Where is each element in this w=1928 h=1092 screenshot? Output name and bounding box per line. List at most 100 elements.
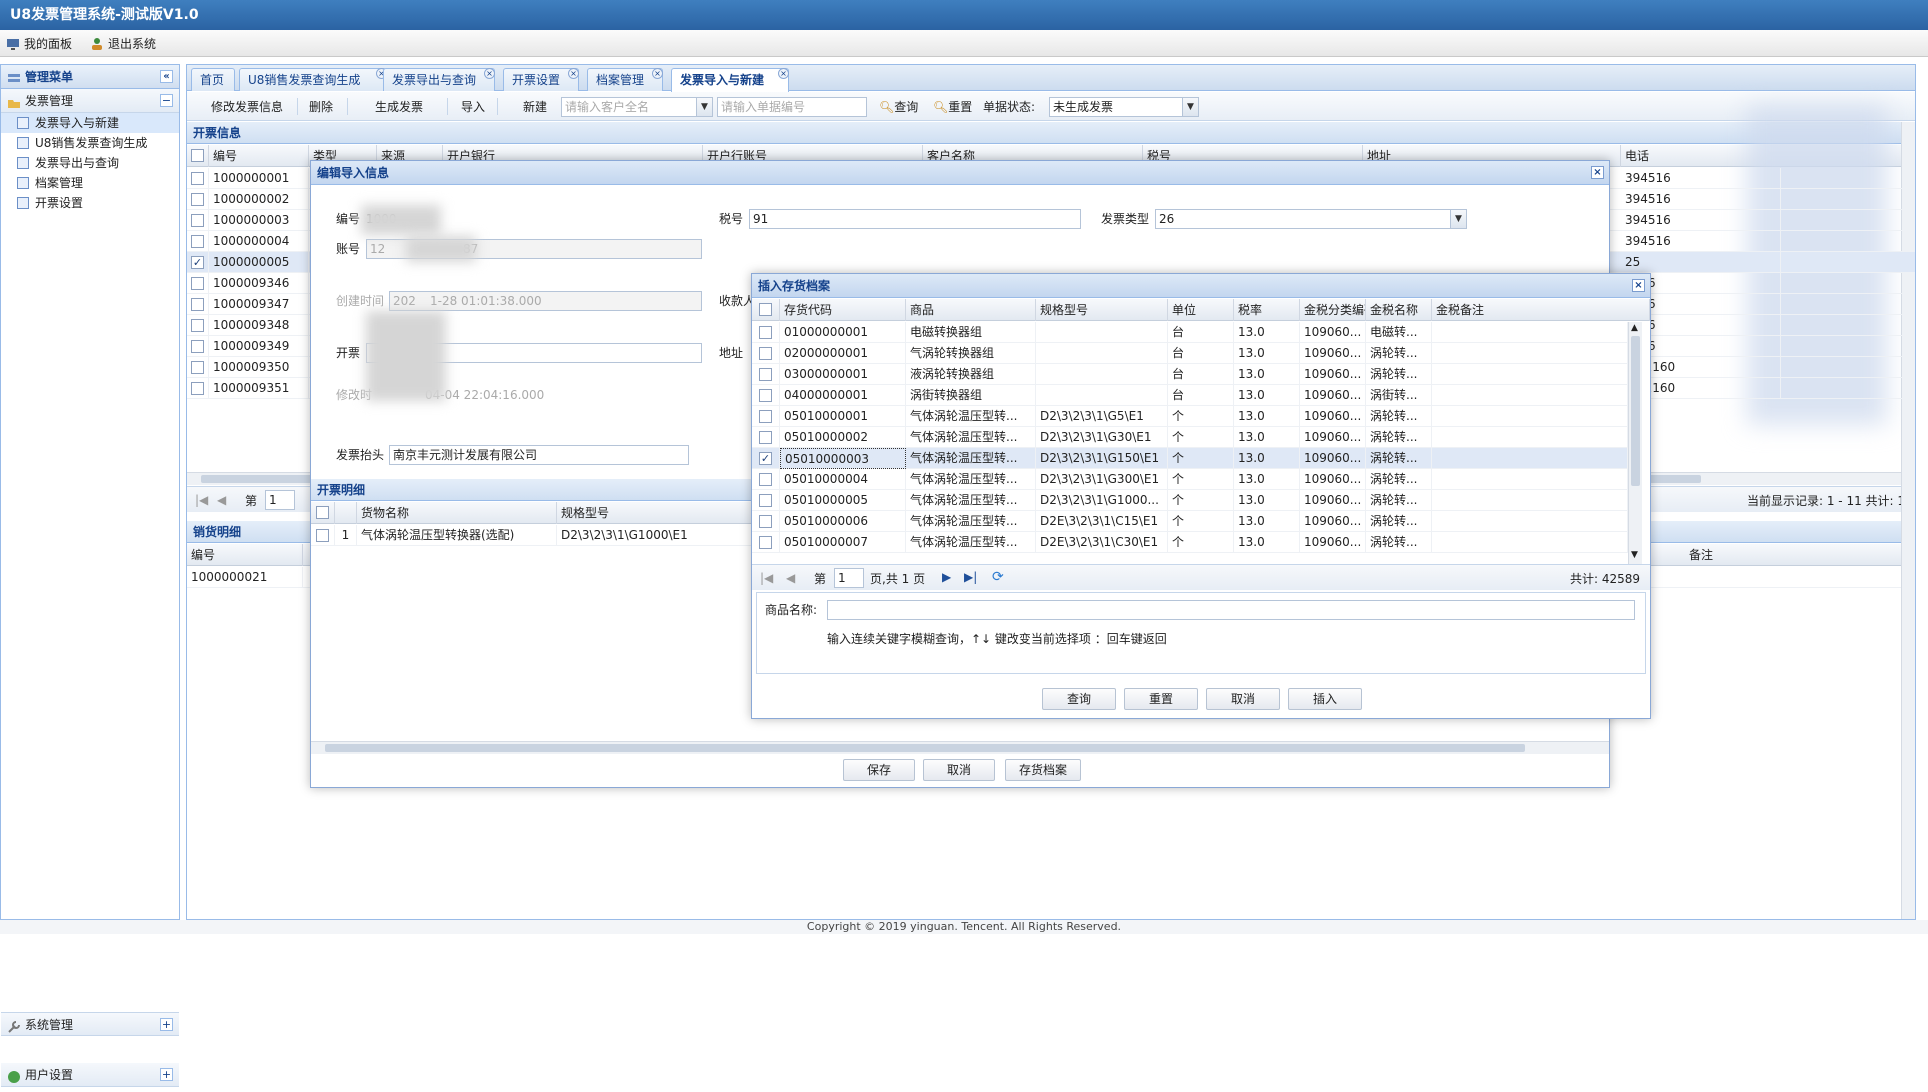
row-checkbox[interactable] (191, 361, 204, 374)
collapse-group-icon[interactable]: − (160, 94, 173, 107)
row-checkbox[interactable] (316, 529, 329, 542)
logout-link[interactable]: 退出系统 (90, 35, 156, 52)
row-checkbox[interactable] (759, 389, 772, 402)
import-button[interactable]: 导入 (455, 97, 491, 117)
select-all-checkbox[interactable] (316, 506, 329, 519)
select-all-checkbox[interactable] (759, 303, 772, 316)
col-header-tax-code[interactable]: 金税分类编码 (1300, 299, 1366, 321)
col-header-sales-id[interactable]: 编号 (187, 544, 303, 566)
sidebar-item-archive[interactable]: 档案管理 (1, 173, 179, 193)
row-checkbox[interactable] (191, 340, 204, 353)
col-header-goods-name[interactable]: 货物名称 (357, 502, 557, 524)
goods-name-cell[interactable]: 气体涡轮温压型转换器(选配) (357, 525, 557, 546)
customer-name-input[interactable]: 请输入客户全名 ▼ (561, 97, 713, 117)
tab-import-new[interactable]: 发票导入与新建 × (671, 68, 789, 92)
delete-button[interactable]: 删除 (303, 97, 339, 117)
table-row[interactable]: 02000000001 气涡轮转换器组 台 13.0 109060... 涡轮转... (752, 343, 1628, 364)
col-header-rate[interactable]: 税率 (1234, 299, 1300, 321)
first-page-icon[interactable]: |◀ (195, 493, 208, 507)
row-checkbox[interactable] (759, 473, 772, 486)
invoice-header-input[interactable]: 南京丰元测计发展有限公司 (389, 445, 689, 465)
inventory-vscroll[interactable]: ▲ ▼ (1628, 322, 1642, 564)
row-checkbox[interactable] (191, 298, 204, 311)
reset-button[interactable]: 🔍︎重置 (927, 97, 978, 117)
doc-number-input[interactable]: 请输入单据编号 (717, 97, 867, 117)
close-icon[interactable]: × (1632, 279, 1645, 292)
scroll-down-icon[interactable]: ▼ (1631, 550, 1638, 560)
spec-cell[interactable]: D2\3\2\3\1\G1000\E1 (557, 525, 757, 546)
prev-page-icon[interactable]: ◀ (217, 493, 226, 507)
tab-home[interactable]: 首页 (191, 68, 235, 91)
insert-button[interactable]: 插入 (1288, 688, 1362, 710)
row-checkbox[interactable] (191, 382, 204, 395)
row-checkbox[interactable] (759, 326, 772, 339)
col-header-goods[interactable]: 商品 (906, 299, 1036, 321)
save-button[interactable]: 保存 (843, 759, 915, 781)
refresh-icon[interactable]: ⟳ (992, 569, 1004, 585)
last-page-icon[interactable]: ▶| (964, 570, 977, 584)
sidebar-item-u8-query[interactable]: U8销售发票查询生成 (1, 133, 179, 153)
first-page-icon[interactable]: |◀ (760, 571, 773, 585)
col-header-note[interactable]: 备注 (1685, 544, 1915, 566)
group-invoice-management[interactable]: 发票管理 − (1, 89, 179, 113)
row-checkbox[interactable] (759, 536, 772, 549)
col-header-unit[interactable]: 单位 (1168, 299, 1234, 321)
group-system-management[interactable]: 系统管理 + (1, 1012, 179, 1036)
next-page-icon[interactable]: ▶ (942, 570, 951, 584)
select-all-checkbox[interactable] (191, 149, 204, 162)
generate-invoice-button[interactable]: 生成发票 (369, 97, 429, 117)
expand-group-icon[interactable]: + (160, 1018, 173, 1031)
goods-name-input[interactable] (827, 600, 1635, 620)
query-button[interactable]: 查询 (1042, 688, 1116, 710)
table-row[interactable]: 05010000006 气体涡轮温压型转... D2E\3\2\3\1\C15\E1… (752, 511, 1628, 532)
dropdown-arrow-icon[interactable]: ▼ (696, 98, 712, 116)
tab-u8-query[interactable]: U8销售发票查询生成 × (239, 68, 387, 91)
tab-archive[interactable]: 档案管理 × (587, 68, 663, 91)
row-checkbox[interactable] (191, 277, 204, 290)
row-checkbox[interactable]: ✓ (191, 256, 204, 269)
table-row[interactable]: 05010000004 气体涡轮温压型转... D2\3\2\3\1\G300\E1… (752, 469, 1628, 490)
cancel-button[interactable]: 取消 (923, 759, 995, 781)
table-row[interactable]: 05010000002 气体涡轮温压型转... D2\3\2\3\1\G30\E1 个… (752, 427, 1628, 448)
close-icon[interactable]: × (1591, 166, 1604, 179)
detail-hscroll[interactable] (311, 741, 1609, 754)
row-checkbox[interactable] (759, 431, 772, 444)
col-header-id[interactable]: 编号 (209, 145, 309, 167)
col-header-spec[interactable]: 规格型号 (1036, 299, 1168, 321)
row-checkbox[interactable] (191, 319, 204, 332)
tab-invoice-settings[interactable]: 开票设置 × (503, 68, 579, 91)
close-tab-icon[interactable]: × (568, 68, 579, 79)
reset-button[interactable]: 重置 (1124, 688, 1198, 710)
invoice-type-select[interactable]: 26 ▼ (1155, 209, 1467, 229)
tab-export-query[interactable]: 发票导出与查询 × (383, 68, 495, 91)
scroll-up-icon[interactable]: ▲ (1631, 323, 1638, 333)
table-row[interactable]: 03000000001 液涡轮转换器组 台 13.0 109060... 涡轮转... (752, 364, 1628, 385)
close-tab-icon[interactable]: × (652, 68, 663, 79)
status-select[interactable]: 未生成发票 ▼ (1049, 97, 1199, 117)
row-checkbox[interactable] (759, 368, 772, 381)
sidebar-item-import-new[interactable]: 发票导入与新建 (1, 113, 179, 133)
dropdown-arrow-icon[interactable]: ▼ (1450, 210, 1466, 228)
expand-group-icon[interactable]: + (160, 1068, 173, 1081)
table-row[interactable]: 01000000001 电磁转换器组 台 13.0 109060... 电磁转... (752, 322, 1628, 343)
collapse-sidebar-icon[interactable]: « (160, 70, 173, 83)
dropdown-arrow-icon[interactable]: ▼ (1182, 98, 1198, 116)
page-number-input[interactable]: 1 (834, 568, 864, 588)
page-number-input[interactable]: 1 (265, 490, 295, 510)
row-checkbox[interactable]: ✓ (759, 452, 772, 465)
table-row[interactable]: 05010000005 气体涡轮温压型转... D2\3\2\3\1\G1000..… (752, 490, 1628, 511)
close-tab-icon[interactable]: × (484, 68, 495, 79)
edit-invoice-button[interactable]: 修改发票信息 (205, 97, 289, 117)
dashboard-link[interactable]: 我的面板 (6, 35, 72, 52)
group-user-settings[interactable]: 用户设置 + (1, 1063, 179, 1087)
col-header-spec[interactable]: 规格型号 (557, 502, 757, 524)
scroll-thumb[interactable] (325, 744, 1525, 752)
table-row[interactable]: 05010000001 气体涡轮温压型转... D2\3\2\3\1\G5\E1 个 1… (752, 406, 1628, 427)
row-checkbox[interactable] (759, 347, 772, 360)
table-row[interactable]: ✓ 05010000003 气体涡轮温压型转... D2\3\2\3\1\G150\E… (752, 448, 1628, 469)
col-header-tax-name[interactable]: 金税名称 (1366, 299, 1432, 321)
row-checkbox[interactable] (191, 235, 204, 248)
scroll-thumb[interactable] (1631, 336, 1640, 486)
row-checkbox[interactable] (191, 172, 204, 185)
inventory-archive-button[interactable]: 存货档案 (1005, 759, 1081, 781)
